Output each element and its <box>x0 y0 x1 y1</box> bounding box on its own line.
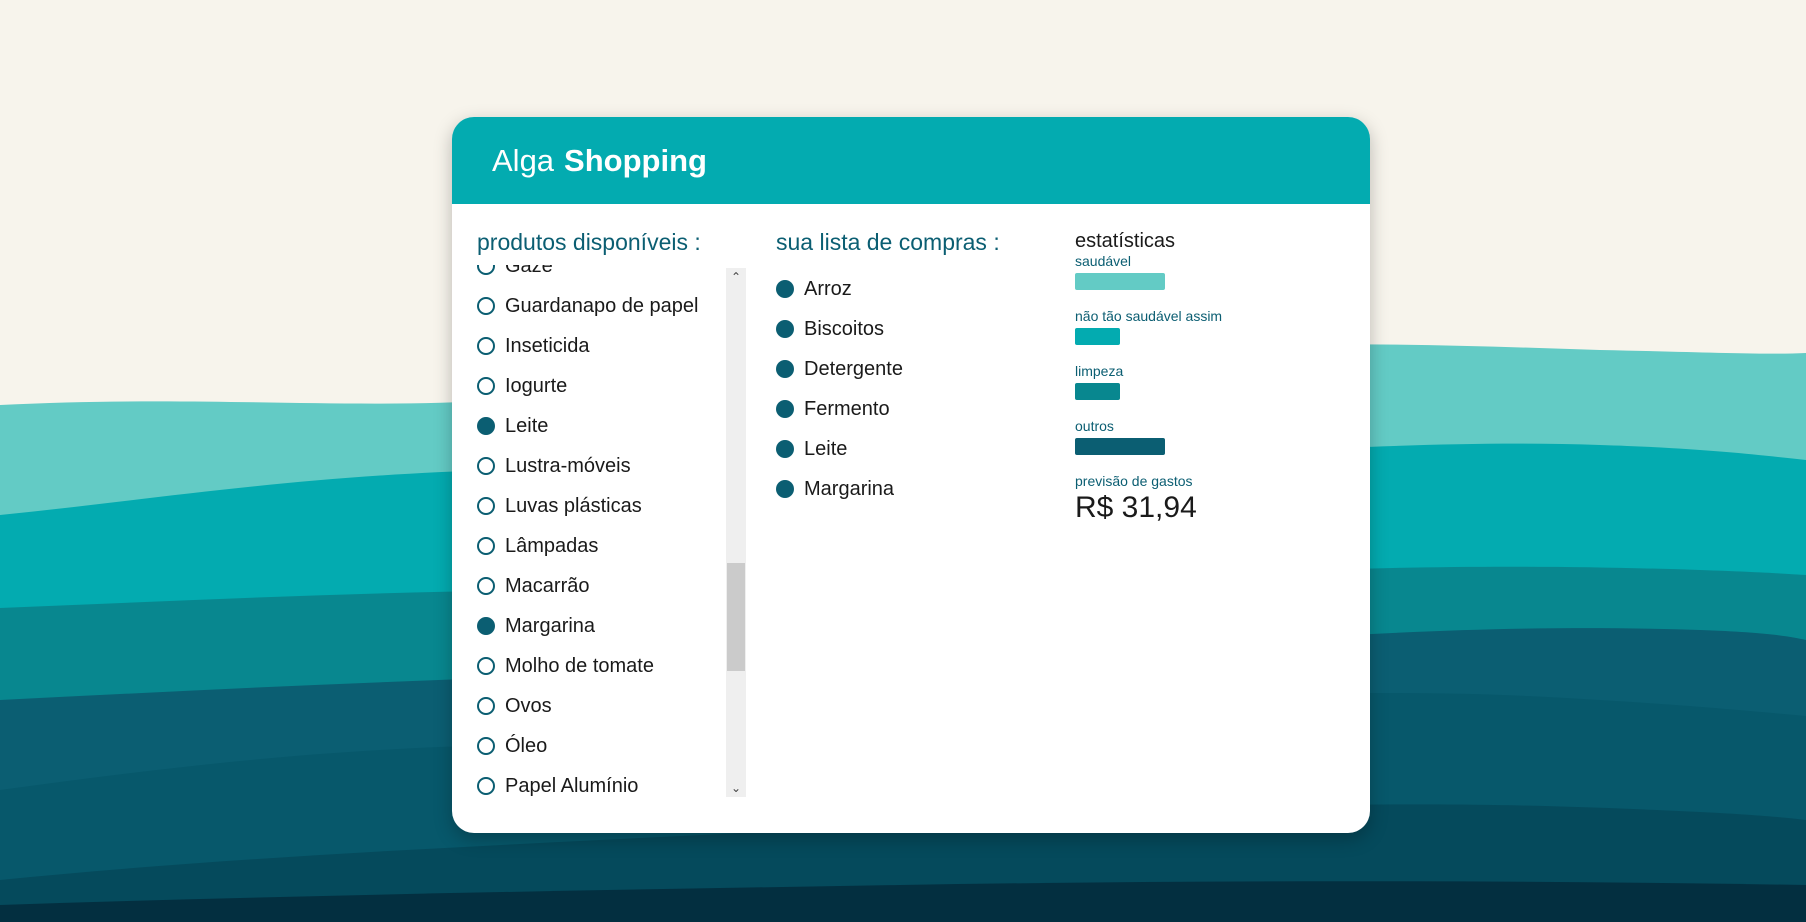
stat-label: não tão saudável assim <box>1075 308 1223 324</box>
radio-unchecked-icon[interactable] <box>477 377 495 395</box>
scroll-up-icon[interactable]: ⌃ <box>726 268 746 286</box>
scroll-down-icon[interactable]: ⌄ <box>726 779 746 797</box>
product-item[interactable]: Guardanapo de papel <box>477 286 700 326</box>
app-title-light: Alga <box>492 142 555 178</box>
radio-checked-icon[interactable] <box>477 417 495 435</box>
product-label: Lustra-móveis <box>505 454 631 477</box>
radio-unchecked-icon[interactable] <box>477 697 495 715</box>
cart-item-label: Detergente <box>804 357 903 380</box>
product-item[interactable]: Inseticida <box>477 326 700 366</box>
product-label: Guardanapo de papel <box>505 294 699 317</box>
cart-item[interactable]: Arroz <box>776 269 1026 309</box>
stat-group: limpeza <box>1075 363 1335 418</box>
product-label: Inseticida <box>505 334 590 357</box>
statistics-title: estatísticas <box>1075 230 1176 252</box>
stat-group: saudável <box>1075 253 1335 308</box>
cart-item-label: Fermento <box>804 397 890 420</box>
shopping-card: Alga Shopping produtos disponíveis : Gaz… <box>452 117 1370 833</box>
available-products-title: produtos disponíveis : <box>477 229 701 255</box>
product-item[interactable]: Iogurte <box>477 366 700 406</box>
cart-item-label: Biscoitos <box>804 317 885 340</box>
bullet-icon <box>776 360 794 378</box>
app-title-bold: Shopping <box>564 142 707 178</box>
stat-group: não tão saudável assim <box>1075 308 1335 363</box>
stat-bar <box>1075 328 1120 345</box>
stat-group: outros <box>1075 418 1335 473</box>
available-list-scrollbar[interactable]: ⌃ ⌄ <box>726 268 746 797</box>
radio-unchecked-icon[interactable] <box>477 297 495 315</box>
forecast-value: R$ 31,94 <box>1075 491 1197 524</box>
product-label: Luvas plásticas <box>505 494 642 517</box>
scrollbar-thumb[interactable] <box>727 563 745 671</box>
product-item[interactable]: Óleo <box>477 726 700 766</box>
radio-unchecked-icon[interactable] <box>477 577 495 595</box>
product-label: Ovos <box>505 694 552 717</box>
stat-bar <box>1075 438 1165 455</box>
bullet-icon <box>776 280 794 298</box>
bullet-icon <box>776 480 794 498</box>
product-item[interactable]: Macarrão <box>477 566 700 606</box>
cart-item-label: Leite <box>804 437 848 460</box>
product-item[interactable]: Papel Alumínio <box>477 766 700 797</box>
cart-item[interactable]: Margarina <box>776 469 1026 509</box>
cart-item[interactable]: Leite <box>776 429 1026 469</box>
stat-label: outros <box>1075 418 1114 434</box>
cart-item-label: Margarina <box>804 477 895 500</box>
app-header: Alga Shopping <box>452 117 1370 204</box>
radio-unchecked-icon[interactable] <box>477 265 495 275</box>
stat-label: limpeza <box>1075 363 1124 379</box>
product-label: Papel Alumínio <box>505 774 639 797</box>
shopping-list-title: sua lista de compras : <box>776 229 1000 255</box>
bullet-icon <box>776 400 794 418</box>
radio-unchecked-icon[interactable] <box>477 497 495 515</box>
product-item[interactable]: Gaze <box>477 265 700 286</box>
stat-bar <box>1075 273 1165 290</box>
radio-unchecked-icon[interactable] <box>477 777 495 795</box>
bullet-icon <box>776 320 794 338</box>
product-label: Gaze <box>505 265 553 277</box>
stat-label: saudável <box>1075 253 1132 269</box>
cart-item-label: Arroz <box>804 277 852 300</box>
bullet-icon <box>776 440 794 458</box>
statistics-panel: estatísticas saudável não tão saudável as… <box>1075 230 1335 525</box>
product-item[interactable]: Molho de tomate <box>477 646 700 686</box>
product-item[interactable]: Margarina <box>477 606 700 646</box>
shopping-list: Arroz Biscoitos Detergente Fermento Leite Mar… <box>776 269 1026 509</box>
radio-checked-icon[interactable] <box>477 617 495 635</box>
product-label: Leite <box>505 414 549 437</box>
product-item[interactable]: Lâmpadas <box>477 526 700 566</box>
cart-item[interactable]: Biscoitos <box>776 309 1026 349</box>
cart-item[interactable]: Detergente <box>776 349 1026 389</box>
stat-bar <box>1075 383 1120 400</box>
product-label: Macarrão <box>505 574 590 597</box>
product-item[interactable]: Lustra-móveis <box>477 446 700 486</box>
cart-item[interactable]: Fermento <box>776 389 1026 429</box>
product-label: Lâmpadas <box>505 534 599 557</box>
product-item[interactable]: Leite <box>477 406 700 446</box>
product-label: Óleo <box>505 734 548 757</box>
product-label: Margarina <box>505 614 596 637</box>
radio-unchecked-icon[interactable] <box>477 537 495 555</box>
available-products-list[interactable]: Gaze Guardanapo de papel Inseticida Iogurte… <box>477 265 700 797</box>
radio-unchecked-icon[interactable] <box>477 737 495 755</box>
product-item[interactable]: Ovos <box>477 686 700 726</box>
radio-unchecked-icon[interactable] <box>477 657 495 675</box>
product-label: Molho de tomate <box>505 654 654 677</box>
forecast-label: previsão de gastos <box>1075 473 1193 489</box>
radio-unchecked-icon[interactable] <box>477 457 495 475</box>
radio-unchecked-icon[interactable] <box>477 337 495 355</box>
product-item[interactable]: Luvas plásticas <box>477 486 700 526</box>
product-label: Iogurte <box>505 374 568 397</box>
